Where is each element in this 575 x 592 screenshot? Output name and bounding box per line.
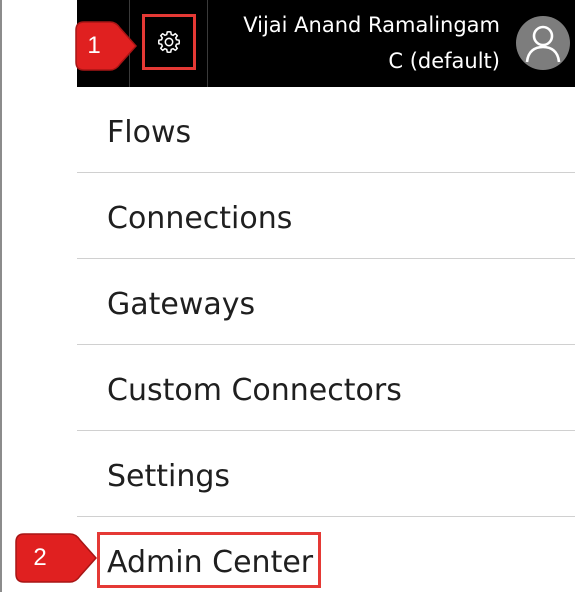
menu-item-label: Settings <box>107 459 231 494</box>
menu-item-label: Custom Connectors <box>107 373 402 408</box>
tenant-name: C (default) <box>388 49 500 73</box>
person-icon <box>525 25 561 63</box>
menu-item-label: Connections <box>107 201 293 236</box>
settings-button[interactable] <box>142 14 196 70</box>
callout-number: 2 <box>33 544 47 571</box>
menu-item-label: Flows <box>107 115 192 150</box>
menu-item-connections[interactable]: Connections <box>77 173 575 259</box>
callout-number: 1 <box>87 32 101 59</box>
settings-dropdown-menu: Flows Connections Gateways Custom Connec… <box>77 87 575 592</box>
left-border <box>0 0 2 592</box>
settings-menu-screenshot: Vijai Anand Ramalingam C (default) Flows… <box>0 0 575 592</box>
menu-item-custom-connectors[interactable]: Custom Connectors <box>77 345 575 431</box>
header-divider <box>207 0 208 87</box>
callout-2: 2 <box>10 530 98 586</box>
avatar[interactable] <box>516 16 570 70</box>
gear-icon <box>157 30 181 54</box>
user-name: Vijai Anand Ramalingam <box>243 13 500 37</box>
menu-item-label: Admin Center <box>107 545 314 580</box>
menu-item-gateways[interactable]: Gateways <box>77 259 575 345</box>
menu-item-flows[interactable]: Flows <box>77 87 575 173</box>
callout-1: 1 <box>70 18 140 74</box>
menu-item-admin-center[interactable]: Admin Center <box>77 517 575 592</box>
menu-item-settings[interactable]: Settings <box>77 431 575 517</box>
menu-item-label: Gateways <box>107 287 256 322</box>
